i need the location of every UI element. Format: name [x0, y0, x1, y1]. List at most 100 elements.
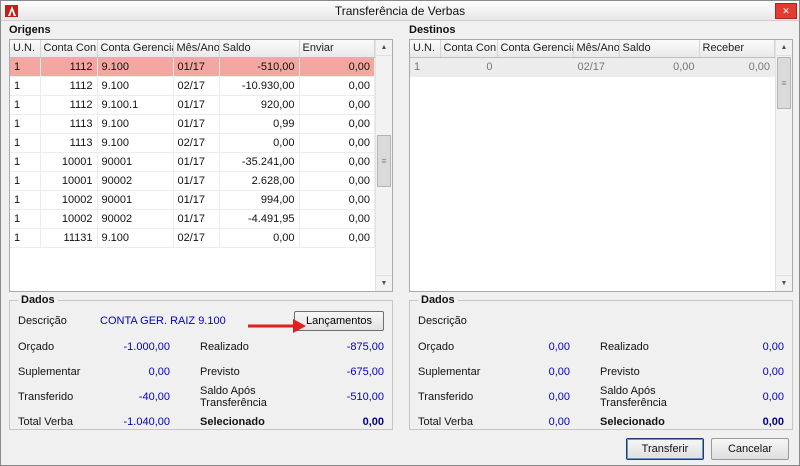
cell-mes[interactable]: 01/17: [173, 57, 220, 77]
cell-gerencial[interactable]: 90002: [97, 209, 174, 229]
cell-gerencial[interactable]: 9.100: [97, 228, 174, 248]
cell-saldo[interactable]: -510,00: [219, 57, 300, 77]
cell-saldo[interactable]: 920,00: [219, 95, 300, 115]
transferir-button[interactable]: Transferir: [626, 438, 704, 460]
destinos-scrollbar[interactable]: ▲ ≡ ▼: [775, 40, 792, 291]
cell-conta[interactable]: 1112: [40, 95, 98, 115]
column-header-gerencial[interactable]: Conta Gerencial: [497, 40, 574, 58]
cell-mes[interactable]: 01/17: [173, 171, 220, 191]
cell-gerencial[interactable]: 9.100: [97, 133, 174, 153]
cell-conta[interactable]: 0: [440, 57, 498, 77]
cell-un[interactable]: 1: [410, 57, 441, 77]
cell-gerencial[interactable]: 90001: [97, 190, 174, 210]
table-row[interactable]: 1 1112 9.100 01/17 -510,00 0,00: [10, 57, 375, 77]
cell-un[interactable]: 1: [10, 114, 41, 134]
cell-saldo[interactable]: 994,00: [219, 190, 300, 210]
cell-gerencial[interactable]: [497, 57, 574, 77]
column-header-gerencial[interactable]: Conta Gerencial: [97, 40, 174, 58]
cell-mes[interactable]: 02/17: [173, 133, 220, 153]
cell-saldo[interactable]: -10.930,00: [219, 76, 300, 96]
table-row[interactable]: 1 11131 9.100 02/17 0,00 0,00: [10, 228, 375, 248]
cell-un[interactable]: 1: [10, 133, 41, 153]
cell-conta[interactable]: 11131: [40, 228, 98, 248]
cell-un[interactable]: 1: [10, 152, 41, 172]
table-row[interactable]: 1 1112 9.100 02/17 -10.930,00 0,00: [10, 76, 375, 96]
cell-mes[interactable]: 01/17: [173, 190, 220, 210]
cell-receber[interactable]: 0,00: [699, 57, 775, 77]
column-header-conta[interactable]: Conta Con...: [440, 40, 498, 58]
cell-saldo[interactable]: -35.241,00: [219, 152, 300, 172]
cell-un[interactable]: 1: [10, 228, 41, 248]
scroll-down-icon[interactable]: ▼: [776, 275, 792, 291]
cell-gerencial[interactable]: 9.100: [97, 114, 174, 134]
scroll-up-icon[interactable]: ▲: [376, 40, 392, 56]
cell-enviar[interactable]: 0,00: [299, 152, 375, 172]
cell-mes[interactable]: 02/17: [173, 228, 220, 248]
table-row[interactable]: 1 1113 9.100 01/17 0,99 0,00: [10, 114, 375, 134]
column-header-enviar[interactable]: Enviar: [299, 40, 375, 58]
cell-mes[interactable]: 01/17: [173, 209, 220, 229]
cell-saldo[interactable]: 0,00: [219, 228, 300, 248]
cell-enviar[interactable]: 0,00: [299, 57, 375, 77]
cell-conta[interactable]: 10001: [40, 171, 98, 191]
cancelar-button[interactable]: Cancelar: [711, 438, 789, 460]
cell-mes[interactable]: 01/17: [173, 114, 220, 134]
scroll-thumb[interactable]: ≡: [377, 135, 391, 187]
cell-un[interactable]: 1: [10, 57, 41, 77]
table-row[interactable]: 1 1113 9.100 02/17 0,00 0,00: [10, 133, 375, 153]
table-row[interactable]: 1 0 02/17 0,00 0,00: [410, 57, 775, 77]
column-header-receber[interactable]: Receber: [699, 40, 775, 58]
column-header-un[interactable]: U.N.: [10, 40, 41, 58]
cell-gerencial[interactable]: 9.100: [97, 76, 174, 96]
table-row[interactable]: 1 10001 90002 01/17 2.628,00 0,00: [10, 171, 375, 191]
cell-saldo[interactable]: 0,00: [219, 133, 300, 153]
cell-gerencial[interactable]: 9.100.1: [97, 95, 174, 115]
cell-saldo[interactable]: -4.491,95: [219, 209, 300, 229]
cell-enviar[interactable]: 0,00: [299, 133, 375, 153]
cell-enviar[interactable]: 0,00: [299, 95, 375, 115]
cell-enviar[interactable]: 0,00: [299, 171, 375, 191]
cell-un[interactable]: 1: [10, 171, 41, 191]
table-row[interactable]: 1 10002 90001 01/17 994,00 0,00: [10, 190, 375, 210]
cell-gerencial[interactable]: 90001: [97, 152, 174, 172]
scroll-thumb[interactable]: ≡: [777, 57, 791, 109]
scroll-down-icon[interactable]: ▼: [376, 275, 392, 291]
cell-mes[interactable]: 02/17: [573, 57, 620, 77]
lancamentos-button[interactable]: Lançamentos: [294, 311, 384, 331]
cell-saldo[interactable]: 0,00: [619, 57, 700, 77]
cell-gerencial[interactable]: 90002: [97, 171, 174, 191]
origens-scrollbar[interactable]: ▲ ≡ ▼: [375, 40, 392, 291]
table-row[interactable]: 1 1112 9.100.1 01/17 920,00 0,00: [10, 95, 375, 115]
cell-conta[interactable]: 10002: [40, 209, 98, 229]
cell-conta[interactable]: 1113: [40, 133, 98, 153]
close-button[interactable]: ✕: [775, 3, 797, 19]
column-header-conta[interactable]: Conta Con...: [40, 40, 98, 58]
cell-saldo[interactable]: 0,99: [219, 114, 300, 134]
cell-conta[interactable]: 10002: [40, 190, 98, 210]
cell-un[interactable]: 1: [10, 76, 41, 96]
scroll-up-icon[interactable]: ▲: [776, 40, 792, 56]
cell-mes[interactable]: 01/17: [173, 95, 220, 115]
cell-un[interactable]: 1: [10, 209, 41, 229]
cell-conta[interactable]: 1113: [40, 114, 98, 134]
cell-un[interactable]: 1: [10, 95, 41, 115]
cell-enviar[interactable]: 0,00: [299, 228, 375, 248]
column-header-mesano[interactable]: Mês/Ano: [173, 40, 220, 58]
column-header-saldo[interactable]: Saldo: [619, 40, 700, 58]
column-header-un[interactable]: U.N.: [410, 40, 441, 58]
table-row[interactable]: 1 10001 90001 01/17 -35.241,00 0,00: [10, 152, 375, 172]
cell-enviar[interactable]: 0,00: [299, 190, 375, 210]
column-header-mesano[interactable]: Mês/Ano: [573, 40, 620, 58]
cell-mes[interactable]: 01/17: [173, 152, 220, 172]
cell-enviar[interactable]: 0,00: [299, 76, 375, 96]
cell-conta[interactable]: 10001: [40, 152, 98, 172]
cell-gerencial[interactable]: 9.100: [97, 57, 174, 77]
cell-mes[interactable]: 02/17: [173, 76, 220, 96]
cell-conta[interactable]: 1112: [40, 57, 98, 77]
cell-un[interactable]: 1: [10, 190, 41, 210]
cell-saldo[interactable]: 2.628,00: [219, 171, 300, 191]
cell-conta[interactable]: 1112: [40, 76, 98, 96]
column-header-saldo[interactable]: Saldo: [219, 40, 300, 58]
table-row[interactable]: 1 10002 90002 01/17 -4.491,95 0,00: [10, 209, 375, 229]
cell-enviar[interactable]: 0,00: [299, 209, 375, 229]
